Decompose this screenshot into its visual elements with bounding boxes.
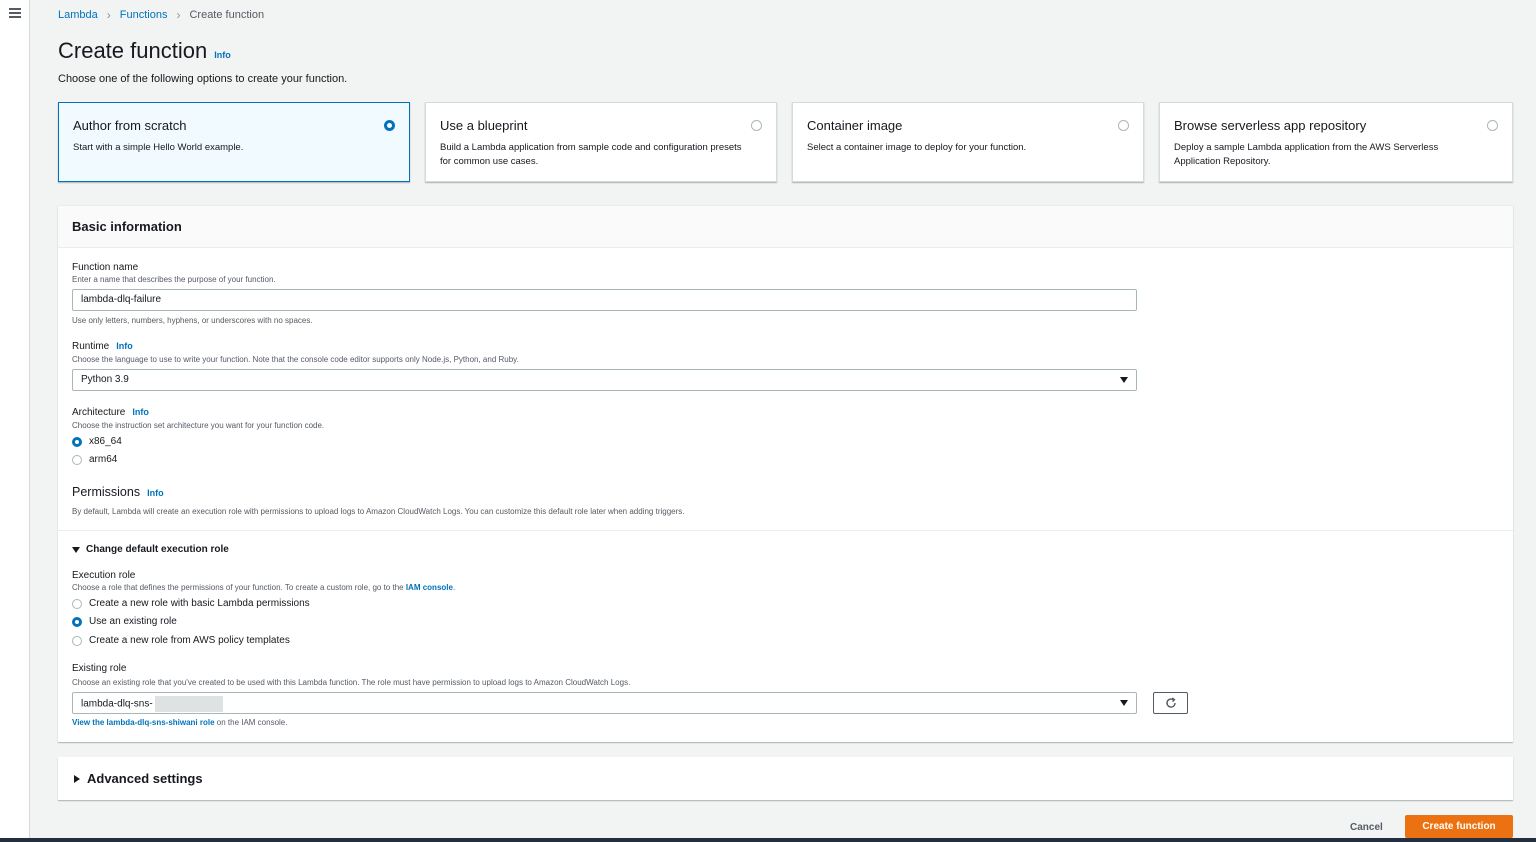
caret-down-icon (72, 546, 80, 553)
radio-existing-role[interactable]: Use an existing role (72, 616, 177, 627)
info-link[interactable]: Info (214, 50, 231, 60)
advanced-settings-panel: Advanced settings (58, 757, 1513, 800)
breadcrumb-functions[interactable]: Functions (120, 9, 168, 21)
option-browse-serverless-repo[interactable]: Browse serverless app repository Deploy … (1159, 102, 1513, 182)
refresh-button[interactable] (1153, 692, 1188, 714)
chevron-right-icon: › (106, 8, 111, 22)
page-header: Create function Info (58, 38, 231, 64)
expander-label: Change default execution role (86, 544, 229, 555)
bottom-bar (0, 838, 1536, 842)
radio-icon[interactable] (751, 120, 762, 131)
option-desc: Build a Lambda application from sample c… (440, 142, 742, 167)
panel-header: Basic information (58, 206, 1513, 248)
execution-role-label: Execution role (72, 570, 135, 581)
label-text: Execution role (72, 570, 136, 581)
advanced-settings-toggle[interactable]: Advanced settings (74, 771, 203, 786)
option-author-from-scratch[interactable]: Author from scratch Start with a simple … (58, 102, 410, 182)
radio-label: arm64 (89, 454, 118, 465)
radio-icon[interactable] (72, 598, 82, 609)
label-text: Runtime (72, 341, 110, 352)
function-name-constraint: Use only letters, numbers, hyphens, or u… (72, 316, 313, 325)
architecture-label: Architecture Info (72, 407, 149, 418)
desc-text: Choose a role that defines the permissio… (72, 583, 406, 592)
option-desc: Deploy a sample Lambda application from … (1174, 142, 1439, 167)
label-text: Architecture (72, 407, 126, 418)
breadcrumb-lambda[interactable]: Lambda (58, 9, 98, 21)
basic-information-panel: Basic information Function name Enter a … (58, 205, 1513, 742)
option-use-blueprint[interactable]: Use a blueprint Build a Lambda applicati… (425, 102, 777, 182)
option-desc: Start with a simple Hello World example. (73, 142, 244, 153)
breadcrumb-current: Create function (189, 9, 265, 21)
create-function-button[interactable]: Create function (1405, 815, 1513, 838)
radio-label: x86_64 (89, 436, 122, 447)
permissions-title: Permissions (72, 485, 141, 499)
caret-right-icon (74, 774, 80, 783)
runtime-info-link[interactable]: Info (116, 341, 133, 351)
expander-label: Advanced settings (87, 771, 203, 786)
radio-label: Create a new role from AWS policy templa… (89, 635, 290, 646)
function-name-input[interactable]: lambda-dlq-failure (72, 289, 1137, 311)
existing-role-desc: Choose an existing role that you've crea… (72, 678, 631, 687)
change-default-role-toggle[interactable]: Change default execution role (72, 544, 229, 555)
divider (58, 530, 1513, 531)
breadcrumb: Lambda › Functions › Create function (58, 8, 264, 22)
page-subtitle: Choose one of the following options to c… (58, 73, 348, 85)
execution-role-desc: Choose a role that defines the permissio… (72, 583, 455, 592)
panel-title: Basic information (72, 219, 182, 234)
option-title: Author from scratch (73, 118, 187, 133)
radio-icon[interactable] (1487, 120, 1498, 131)
radio-label: Use an existing role (89, 616, 177, 627)
caret-down-icon (1120, 700, 1128, 706)
redacted-text (154, 696, 223, 712)
existing-role-value: lambda-dlq-sns- (81, 698, 153, 710)
label-text: Function name (72, 262, 139, 273)
desc-suffix: . (452, 583, 456, 592)
menu-icon[interactable] (9, 8, 21, 18)
view-role-suffix: on the IAM console. (214, 718, 288, 727)
option-desc: Select a container image to deploy for y… (807, 142, 1027, 153)
radio-icon[interactable] (72, 635, 82, 646)
radio-icon[interactable] (1118, 120, 1129, 131)
permissions-heading: Permissions Info (72, 485, 164, 499)
permissions-info-link[interactable]: Info (147, 488, 164, 498)
option-title: Use a blueprint (440, 118, 528, 133)
view-role-link[interactable]: View the lambda-dlq-sns-shiwani role (72, 718, 215, 727)
iam-console-link[interactable]: IAM console (406, 583, 453, 592)
runtime-value: Python 3.9 (81, 374, 129, 385)
runtime-label: Runtime Info (72, 341, 133, 352)
side-rail (0, 0, 30, 842)
option-container-image[interactable]: Container image Select a container image… (792, 102, 1144, 182)
radio-arm64[interactable]: arm64 (72, 454, 117, 465)
cancel-button[interactable]: Cancel (1336, 816, 1397, 838)
radio-icon[interactable] (72, 454, 82, 465)
existing-role-label: Existing role (72, 663, 126, 674)
caret-down-icon (1120, 377, 1128, 383)
radio-policy-templates-role[interactable]: Create a new role from AWS policy templa… (72, 635, 290, 646)
radio-selected-icon[interactable] (72, 616, 82, 627)
page-title: Create function (58, 38, 208, 63)
chevron-right-icon: › (176, 8, 181, 22)
architecture-info-link[interactable]: Info (132, 407, 149, 417)
label-text: Existing role (72, 663, 127, 674)
architecture-desc: Choose the instruction set architecture … (72, 421, 325, 430)
function-name-desc: Enter a name that describes the purpose … (72, 275, 276, 284)
radio-label: Create a new role with basic Lambda perm… (89, 598, 310, 609)
runtime-select[interactable]: Python 3.9 (72, 369, 1137, 391)
function-name-label: Function name (72, 262, 138, 273)
option-title: Browse serverless app repository (1174, 118, 1367, 133)
radio-selected-icon[interactable] (384, 120, 395, 131)
view-role-note: View the lambda-dlq-sns-shiwani role on … (72, 718, 287, 727)
radio-new-basic-role[interactable]: Create a new role with basic Lambda perm… (72, 598, 310, 609)
runtime-desc: Choose the language to use to write your… (72, 355, 519, 364)
existing-role-select[interactable]: lambda-dlq-sns- (72, 692, 1137, 714)
radio-x86-64[interactable]: x86_64 (72, 436, 122, 447)
radio-selected-icon[interactable] (72, 436, 82, 447)
option-title: Container image (807, 118, 903, 133)
refresh-icon (1165, 697, 1176, 708)
permissions-desc: By default, Lambda will create an execut… (72, 507, 685, 516)
